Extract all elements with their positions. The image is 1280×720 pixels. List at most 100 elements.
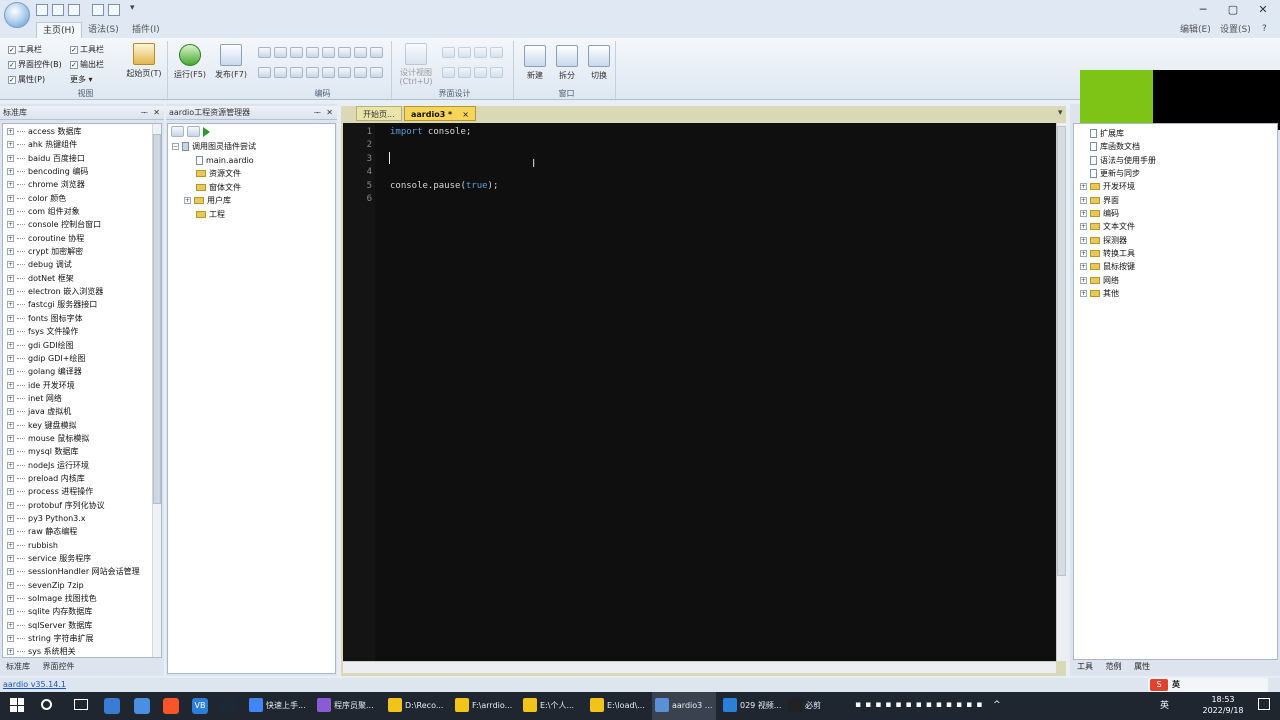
expand-icon[interactable]: + xyxy=(7,354,14,362)
expand-icon[interactable]: + xyxy=(7,208,14,216)
stdlib-item[interactable]: + rubbish xyxy=(7,539,161,552)
folder-project[interactable]: 工程 xyxy=(196,208,225,221)
editor-hscrollbar[interactable] xyxy=(343,661,1056,673)
expand-icon[interactable]: + xyxy=(7,568,14,576)
tools-item[interactable]: 语法与使用手册 xyxy=(1074,154,1277,167)
menu-edit[interactable]: 编辑(E) xyxy=(1174,22,1217,38)
expand-icon[interactable]: + xyxy=(7,514,14,522)
stdlib-item[interactable]: + fsys 文件操作 xyxy=(7,325,161,338)
code-line[interactable]: console.pause(true); xyxy=(390,181,498,191)
expand-icon[interactable]: + xyxy=(1080,236,1087,244)
expand-icon[interactable]: + xyxy=(7,621,14,629)
expand-icon[interactable]: + xyxy=(7,528,14,536)
align-top-icon[interactable] xyxy=(490,47,503,58)
taskbar-app[interactable]: E:\个人... xyxy=(520,692,584,720)
stdlib-item[interactable]: + sevenZip 7zip xyxy=(7,579,161,592)
folder-userlib[interactable]: + 用户库 xyxy=(184,194,231,207)
stdlib-item[interactable]: + process 进程操作 xyxy=(7,485,161,498)
expand-icon[interactable]: + xyxy=(7,154,14,162)
expand-icon[interactable]: + xyxy=(7,488,14,496)
expand-icon[interactable]: + xyxy=(7,581,14,589)
stdlib-item[interactable]: + service 服务程序 xyxy=(7,552,161,565)
stdlib-item[interactable]: + gdi GDI绘图 xyxy=(7,339,161,352)
taskbar-app[interactable]: 必剪 xyxy=(785,692,835,720)
expand-icon[interactable]: + xyxy=(1080,250,1087,258)
stdlib-item[interactable]: + fonts 图标字体 xyxy=(7,312,161,325)
close-button[interactable]: ✕ xyxy=(1248,1,1278,19)
arrow-icon[interactable] xyxy=(354,67,367,78)
stdlib-item[interactable]: + coroutine 协程 xyxy=(7,232,161,245)
expand-icon[interactable]: + xyxy=(7,248,14,256)
stdlib-item[interactable]: + sqlite 内存数据库 xyxy=(7,605,161,618)
expand-icon[interactable]: + xyxy=(7,421,14,429)
run-icon[interactable] xyxy=(203,127,210,137)
expand-icon[interactable]: + xyxy=(7,341,14,349)
ime-lang[interactable]: 英 xyxy=(1172,679,1180,690)
minimize-button[interactable]: ─ xyxy=(1188,1,1218,19)
check-ui-controls[interactable]: ✓ 界面控件(B) xyxy=(8,59,62,70)
stdlib-item[interactable]: + color 颜色 xyxy=(7,192,161,205)
file-main-aardio[interactable]: main.aardio xyxy=(196,154,254,167)
tools-item[interactable]: 更新与同步 xyxy=(1074,167,1277,180)
expand-icon[interactable]: + xyxy=(7,434,14,442)
expand-icon[interactable]: + xyxy=(1080,223,1087,231)
stdlib-item[interactable]: + preload 内核库 xyxy=(7,472,161,485)
tab-stdlib[interactable]: 标准库 xyxy=(6,662,30,671)
steam-icon[interactable] xyxy=(220,698,236,714)
stdlib-item[interactable]: + sys 系统相关 xyxy=(7,645,161,657)
expand-icon[interactable]: + xyxy=(7,181,14,189)
uncomment-icon[interactable] xyxy=(306,47,319,58)
tools-item[interactable]: + 编码 xyxy=(1074,207,1277,220)
stdlib-item[interactable]: + ide 开发环境 xyxy=(7,379,161,392)
expand-icon[interactable]: + xyxy=(1080,183,1087,191)
tools-item[interactable]: + 鼠标按键 xyxy=(1074,260,1277,273)
expand-icon[interactable]: + xyxy=(7,328,14,336)
taskbar-app[interactable]: 快速上手... xyxy=(246,692,312,720)
format-icon[interactable] xyxy=(322,47,335,58)
open-icon[interactable] xyxy=(52,4,64,16)
new-file-icon[interactable] xyxy=(36,4,48,16)
tab-start-page[interactable]: 开始页... xyxy=(356,106,402,121)
stdlib-item[interactable]: + string 字符串扩展 xyxy=(7,632,161,645)
save-all-icon[interactable] xyxy=(187,126,200,137)
project-root[interactable]: − 调用图灵插件尝试 xyxy=(172,140,256,153)
folder-icon[interactable] xyxy=(68,4,80,16)
run-button[interactable]: 运行(F5) xyxy=(172,44,208,80)
tab-list-dropdown-icon[interactable]: ▾ xyxy=(1058,108,1063,118)
tab-syntax[interactable]: 语法(S) xyxy=(82,22,125,38)
taskbar-app[interactable]: F:\arrdio... xyxy=(452,692,516,720)
stdlib-item[interactable]: + raw 静态编程 xyxy=(7,525,161,538)
copy-icon[interactable] xyxy=(274,67,287,78)
align-left-icon[interactable] xyxy=(442,47,455,58)
menu-settings[interactable]: 设置(S) xyxy=(1214,22,1257,38)
find-icon[interactable] xyxy=(354,47,367,58)
maximize-button[interactable]: ▢ xyxy=(1218,1,1248,19)
font-icon[interactable] xyxy=(370,67,383,78)
help-icon[interactable]: ? xyxy=(1262,24,1267,34)
new-window-button[interactable]: 新建 xyxy=(520,45,550,81)
split-button[interactable]: 拆分 xyxy=(552,45,582,81)
check-toolbar-2[interactable]: ✓ 工具栏 xyxy=(70,44,104,55)
stdlib-item[interactable]: + protobuf 序列化协议 xyxy=(7,499,161,512)
tab-examples[interactable]: 范例 xyxy=(1106,662,1122,671)
pin-icon[interactable]: ᅮ xyxy=(141,106,148,120)
pin-icon[interactable] xyxy=(474,67,487,78)
bookmark-icon[interactable] xyxy=(338,47,351,58)
expand-icon[interactable]: + xyxy=(7,314,14,322)
stdlib-item[interactable]: + java 虚拟机 xyxy=(7,405,161,418)
mail-icon[interactable] xyxy=(134,698,150,714)
expand-icon[interactable]: + xyxy=(7,635,14,643)
stdlib-item[interactable]: + nodeJs 运行环境 xyxy=(7,459,161,472)
close-icon[interactable]: ✕ xyxy=(153,106,160,120)
cut-icon[interactable] xyxy=(258,67,271,78)
tools-item[interactable]: 扩展库 xyxy=(1074,127,1277,140)
tools-item[interactable]: + 文本文件 xyxy=(1074,220,1277,233)
stdlib-item[interactable]: + mouse 鼠标模拟 xyxy=(7,432,161,445)
expand-icon[interactable]: + xyxy=(1080,263,1087,271)
tab-tools[interactable]: 工具 xyxy=(1077,662,1093,671)
expand-icon[interactable]: + xyxy=(1080,210,1087,218)
stdlib-item[interactable]: + debug 调试 xyxy=(7,258,161,271)
stdlib-item[interactable]: + baidu 百度接口 xyxy=(7,152,161,165)
notification-icon[interactable] xyxy=(1258,698,1270,710)
tools-item[interactable]: 库函数文档 xyxy=(1074,140,1277,153)
